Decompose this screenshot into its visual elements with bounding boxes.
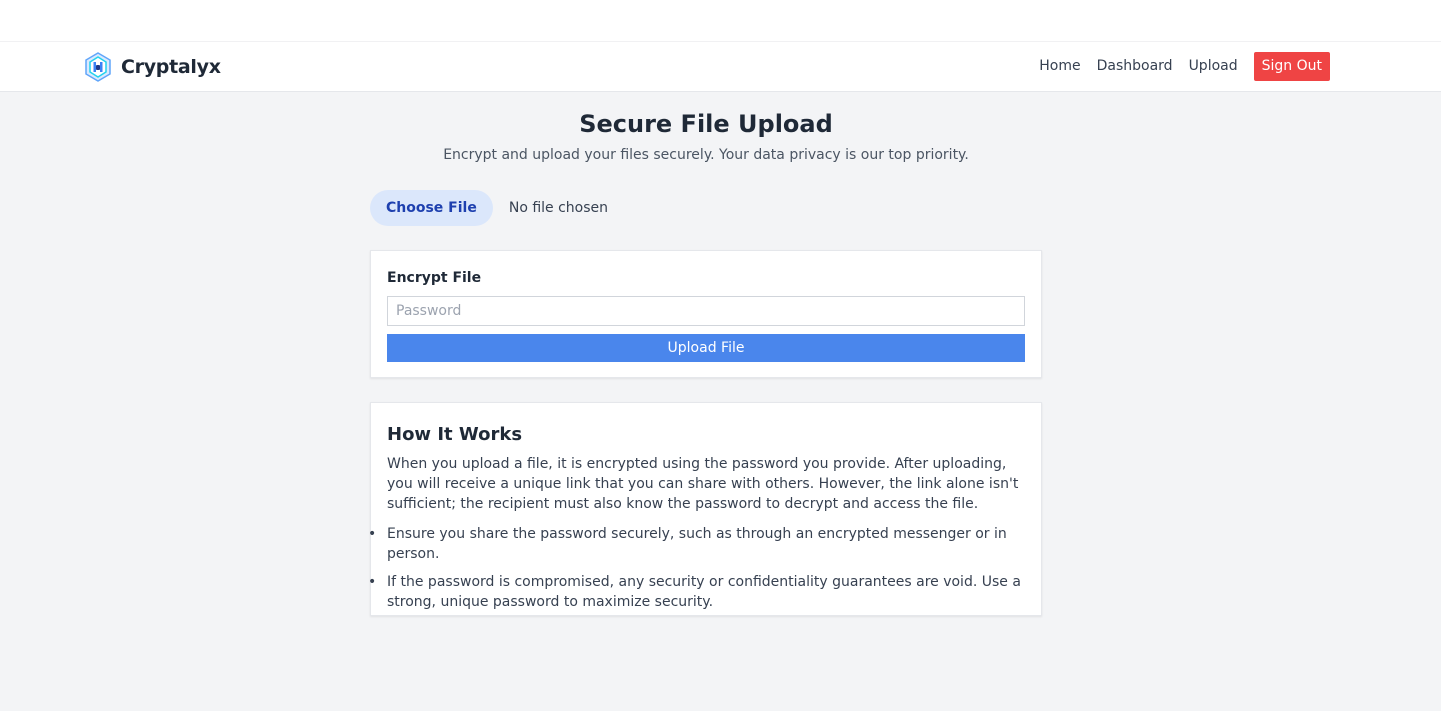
- encrypt-label: Encrypt File: [387, 270, 482, 286]
- encrypt-card: Encrypt File Upload File: [370, 250, 1042, 378]
- sign-out-button[interactable]: Sign Out: [1253, 52, 1330, 81]
- file-status: No file chosen: [508, 200, 609, 216]
- nav-upload[interactable]: Upload: [1189, 52, 1238, 81]
- list-item: • Ensure you share the password securely,…: [368, 524, 1025, 564]
- navbar: Cryptalyx Home Dashboard Upload Sign Out: [0, 42, 1441, 92]
- how-it-works-card: How It Works When you upload a file, it …: [368, 402, 1042, 616]
- upload-file-button[interactable]: Upload File: [387, 334, 1025, 362]
- nav-dashboard[interactable]: Dashboard: [1097, 52, 1173, 81]
- page-title: Secure File Upload: [579, 110, 833, 138]
- choose-file-button[interactable]: Choose File: [370, 190, 493, 226]
- list-item: • If the password is compromised, any sec…: [368, 572, 1025, 612]
- password-input[interactable]: [387, 296, 1025, 326]
- file-picker: Choose File No file chosen: [370, 190, 1042, 226]
- shield-logo-icon: [85, 52, 111, 82]
- main-content: Secure File Upload Encrypt and upload yo…: [368, 92, 1042, 616]
- nav-home[interactable]: Home: [1039, 52, 1080, 81]
- brand[interactable]: Cryptalyx: [84, 52, 221, 82]
- how-title: How It Works: [387, 424, 523, 445]
- list-item-text: If the password is compromised, any secu…: [387, 574, 1021, 610]
- list-item-text: Ensure you share the password securely, …: [387, 526, 1007, 562]
- top-strip: [0, 0, 1441, 42]
- nav-links: Home Dashboard Upload Sign Out: [1039, 52, 1330, 81]
- page-subtitle: Encrypt and upload your files securely. …: [443, 147, 969, 163]
- bullet-icon: •: [368, 574, 377, 590]
- brand-name: Cryptalyx: [121, 56, 221, 78]
- how-list: • Ensure you share the password securely,…: [368, 524, 1025, 612]
- how-body: When you upload a file, it is encrypted …: [387, 456, 1019, 512]
- bullet-icon: •: [368, 526, 377, 542]
